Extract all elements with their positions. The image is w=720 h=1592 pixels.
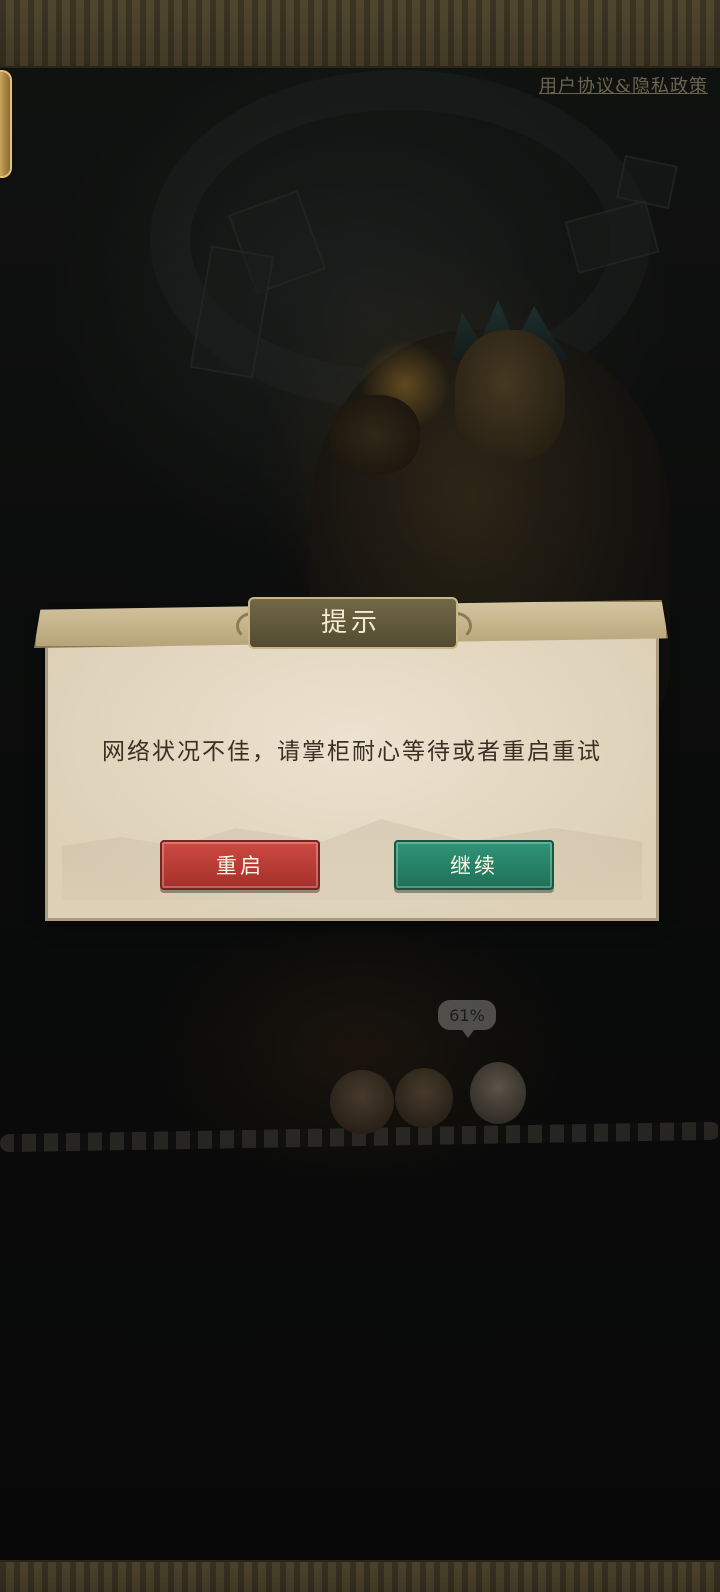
bottom-decorative-banner — [0, 1560, 720, 1592]
user-agreement-privacy-link[interactable]: 用户协议&隐私政策 — [539, 72, 708, 98]
game-screen: 61% 用户协议&隐私政策 提示 网络状况不佳，请掌柜耐心等待或者重启重试 重启… — [0, 0, 720, 1592]
continue-button-label: 继续 — [450, 854, 498, 878]
restart-button[interactable]: 重启 — [160, 840, 320, 890]
restart-button-label: 重启 — [216, 854, 264, 878]
dialog-message: 网络状况不佳，请掌柜耐心等待或者重启重试 — [102, 739, 602, 765]
side-menu-tab[interactable] — [0, 70, 12, 178]
top-decorative-banner — [0, 0, 720, 68]
continue-button[interactable]: 继续 — [394, 840, 554, 890]
dialog-title: 提示 — [320, 608, 381, 638]
